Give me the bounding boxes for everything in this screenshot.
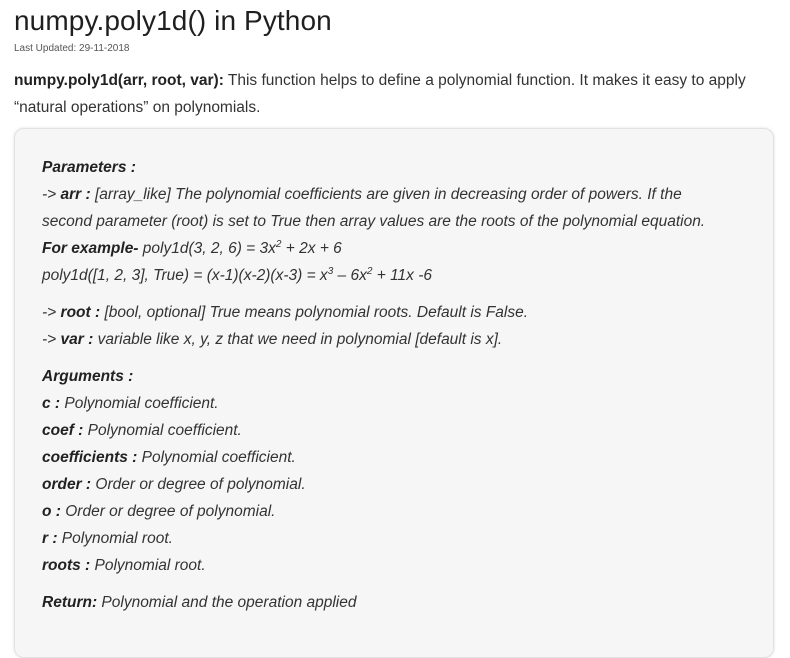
param-arr: -> arr : [array_like] The polynomial coe… bbox=[42, 181, 762, 208]
param-arr-desc-2: second parameter (root) is set to True t… bbox=[42, 213, 706, 230]
argument-item: coef : Polynomial coefficient. bbox=[42, 417, 762, 444]
argument-desc: Polynomial root. bbox=[57, 530, 173, 547]
param-var: -> var : variable like x, y, z that we n… bbox=[42, 326, 762, 353]
parameters-heading: Parameters : bbox=[42, 159, 136, 176]
arrow-text: -> bbox=[42, 304, 61, 321]
param-var-name: var : bbox=[60, 331, 94, 348]
intro-paragraph: numpy.poly1d(arr, root, var): This funct… bbox=[14, 67, 779, 121]
argument-desc: Polynomial root. bbox=[90, 557, 206, 574]
argument-name: o : bbox=[42, 503, 61, 520]
example-2-text: poly1d([1, 2, 3], True) = (x-1)(x-2)(x-3… bbox=[42, 267, 328, 284]
example-1-text-end: + 2x + 6 bbox=[281, 240, 342, 257]
param-var-desc: variable like x, y, z that we need in po… bbox=[93, 331, 503, 348]
arrow-text: -> bbox=[42, 186, 61, 203]
example-2: poly1d([1, 2, 3], True) = (x-1)(x-2)(x-3… bbox=[42, 262, 762, 289]
arrow-text: -> bbox=[42, 331, 61, 348]
arguments-heading: Arguments : bbox=[42, 368, 134, 385]
intro-text-2: “natural operations” on polynomials. bbox=[14, 99, 261, 116]
argument-item: roots : Polynomial root. bbox=[42, 552, 762, 579]
example-1-text: poly1d(3, 2, 6) = 3x bbox=[138, 240, 276, 257]
argument-name: coef : bbox=[42, 422, 84, 439]
argument-item: c : Polynomial coefficient. bbox=[42, 390, 762, 417]
argument-item: o : Order or degree of polynomial. bbox=[42, 498, 762, 525]
return-text: Polynomial and the operation applied bbox=[97, 594, 357, 611]
argument-name: order : bbox=[42, 476, 92, 493]
return-label: Return: bbox=[42, 594, 98, 611]
argument-desc: Order or degree of polynomial. bbox=[91, 476, 306, 493]
argument-desc: Order or degree of polynomial. bbox=[60, 503, 276, 520]
argument-name: coefficients : bbox=[42, 449, 138, 466]
param-root: -> root : [bool, optional] True means po… bbox=[42, 299, 762, 326]
example-2-text-mid: – 6x bbox=[333, 267, 367, 284]
param-root-desc: [bool, optional] True means polynomial r… bbox=[100, 304, 529, 321]
intro-text-1: This function helps to define a polynomi… bbox=[223, 72, 746, 89]
argument-name: r : bbox=[42, 530, 58, 547]
argument-desc: Polynomial coefficient. bbox=[137, 449, 296, 466]
example-label: For example- bbox=[42, 240, 139, 257]
argument-item: coefficients : Polynomial coefficient. bbox=[42, 444, 762, 471]
argument-name: c : bbox=[42, 395, 61, 412]
last-updated: Last Updated: 29-11-2018 bbox=[14, 43, 130, 54]
return-line: Return: Polynomial and the operation app… bbox=[42, 589, 762, 616]
parameters-box: Parameters : -> arr : [array_like] The p… bbox=[14, 128, 774, 658]
argument-item: r : Polynomial root. bbox=[42, 525, 762, 552]
param-arr-desc-1: [array_like] The polynomial coefficients… bbox=[90, 186, 682, 203]
example-1: For example- poly1d(3, 2, 6) = 3x2 + 2x … bbox=[42, 235, 762, 262]
example-2-text-end: + 11x -6 bbox=[372, 267, 433, 284]
param-root-name: root : bbox=[60, 304, 101, 321]
page-title: numpy.poly1d() in Python bbox=[14, 5, 332, 36]
argument-name: roots : bbox=[42, 557, 91, 574]
argument-item: order : Order or degree of polynomial. bbox=[42, 471, 762, 498]
argument-desc: Polynomial coefficient. bbox=[83, 422, 242, 439]
param-arr-name: arr : bbox=[60, 186, 91, 203]
argument-desc: Polynomial coefficient. bbox=[60, 395, 219, 412]
function-signature: numpy.poly1d(arr, root, var): bbox=[14, 72, 224, 89]
